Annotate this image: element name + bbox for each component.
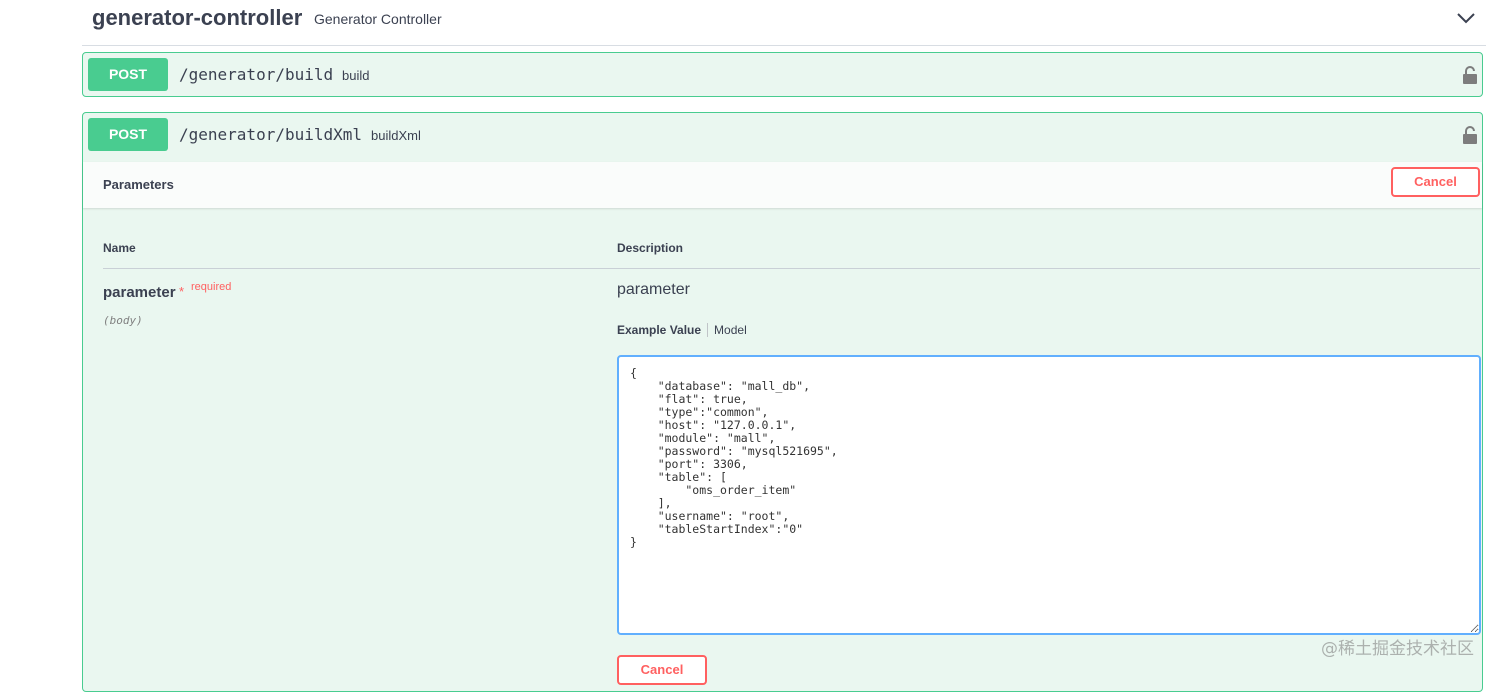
tag-title: generator-controller (92, 5, 303, 30)
tag-description: Generator Controller (314, 11, 442, 27)
lock-icon[interactable] (1462, 65, 1478, 85)
operation-path: /generator/buildXml (179, 125, 363, 144)
required-star: * (179, 284, 185, 299)
cancel-button[interactable]: Cancel (1391, 167, 1480, 197)
operation-summary-text: buildXml (371, 128, 421, 143)
operation-summary[interactable]: POST /generator/buildXml buildXml (83, 113, 1482, 157)
parameters-header: Parameters Cancel (83, 162, 1482, 208)
watermark: @稀土掘金技术社区 (1321, 639, 1474, 659)
example-tabs: Example Value Model (617, 323, 747, 337)
chevron-down-icon[interactable] (1456, 8, 1476, 28)
body-parameter-textarea[interactable] (617, 355, 1481, 635)
operation-build[interactable]: POST /generator/build build (82, 52, 1483, 97)
column-header-name: Name (103, 241, 136, 255)
operation-summary[interactable]: POST /generator/build build (83, 53, 1482, 97)
column-header-description: Description (617, 241, 684, 255)
method-badge: POST (88, 58, 168, 91)
required-label: required (191, 281, 232, 293)
tag-header[interactable]: generator-controller Generator Controlle… (82, 0, 1486, 46)
tab-model[interactable]: Model (708, 323, 747, 337)
parameter-description: parameter (617, 281, 690, 298)
lock-icon[interactable] (1462, 125, 1478, 145)
tab-example-value[interactable]: Example Value (617, 323, 709, 337)
cancel-button-bottom[interactable]: Cancel (617, 655, 707, 685)
parameter-location: (body) (103, 314, 143, 327)
header-divider (103, 268, 1480, 269)
parameters-title: Parameters (103, 177, 174, 192)
operation-summary-text: build (342, 68, 370, 83)
operation-buildxml: POST /generator/buildXml buildXml Parame… (82, 112, 1483, 692)
operation-path: /generator/build (179, 65, 334, 84)
parameter-name: parameter (103, 284, 176, 301)
method-badge: POST (88, 118, 168, 151)
